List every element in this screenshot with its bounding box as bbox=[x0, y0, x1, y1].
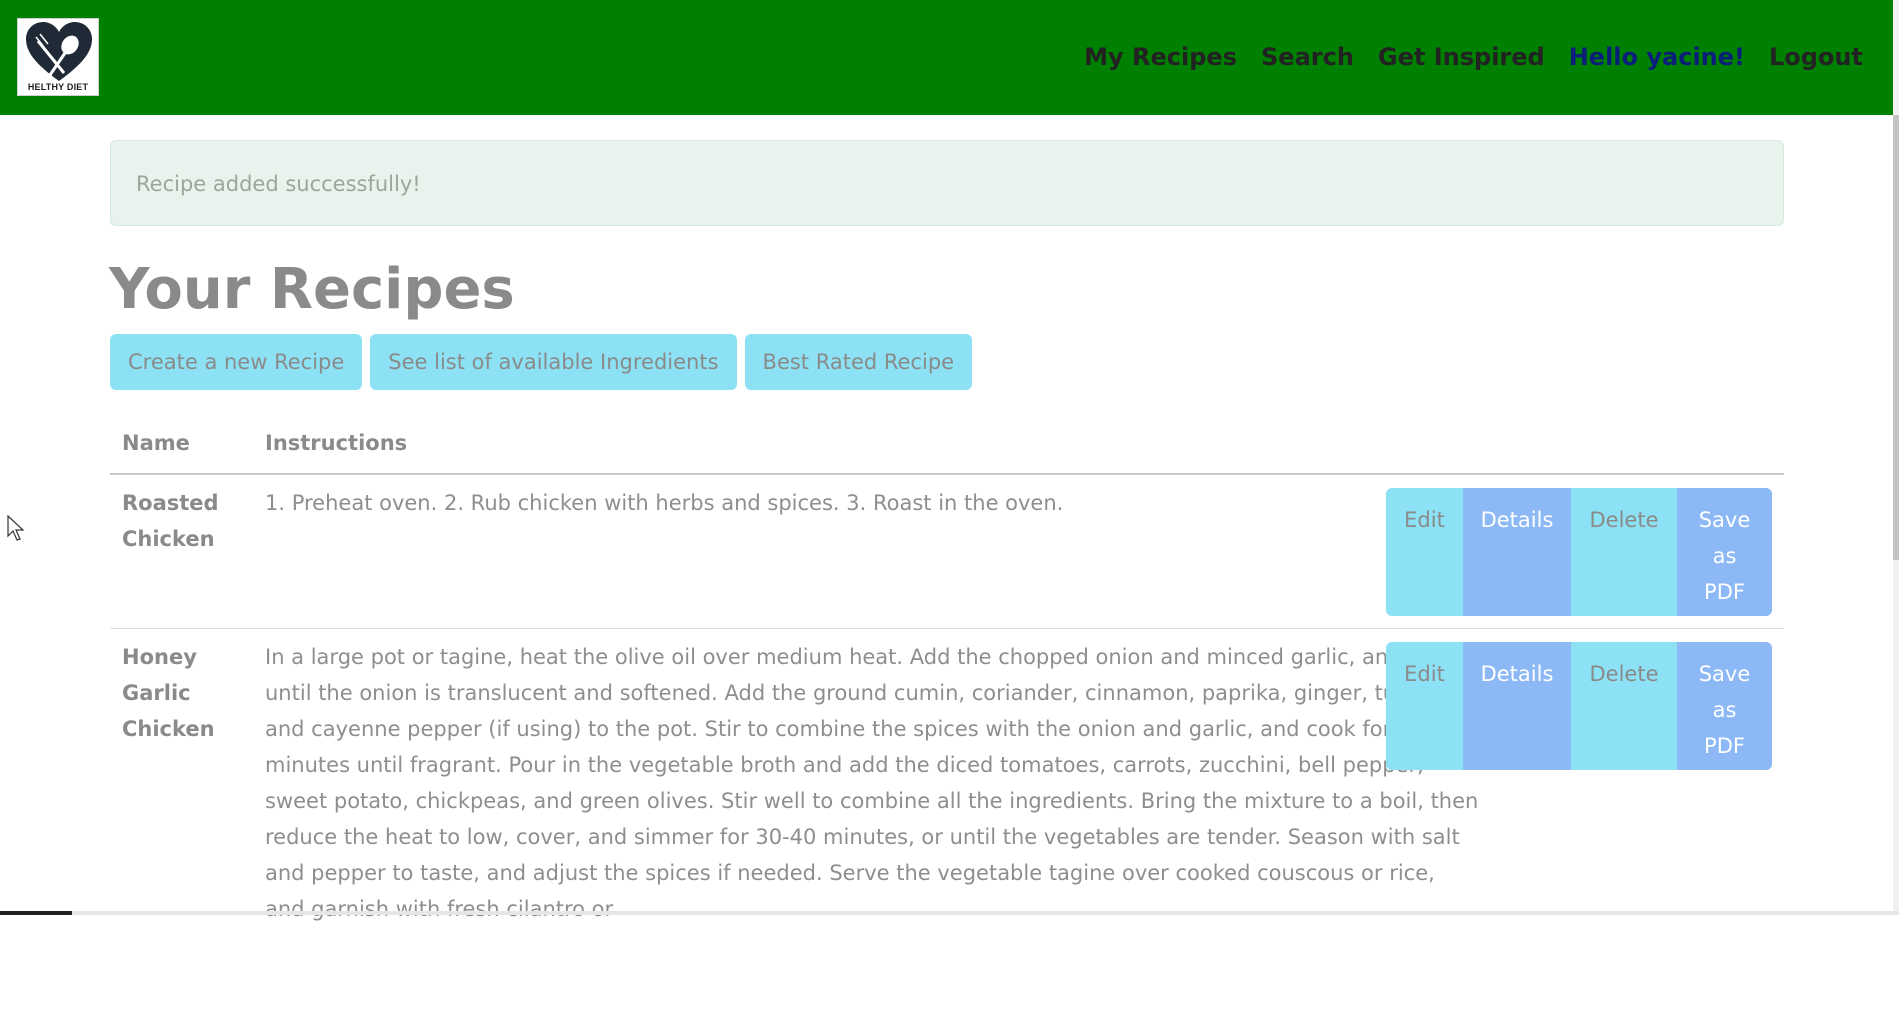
nav-logout[interactable]: Logout bbox=[1769, 43, 1863, 71]
pdf-label-2: as bbox=[1712, 698, 1737, 722]
save-pdf-button[interactable]: Save as PDF bbox=[1677, 488, 1772, 616]
nav-my-recipes[interactable]: My Recipes bbox=[1084, 43, 1237, 71]
scrollbar-thumb[interactable] bbox=[1893, 115, 1899, 560]
save-pdf-button[interactable]: Save as PDF bbox=[1677, 642, 1772, 770]
row-actions: Edit Details Delete Save as PDF bbox=[1386, 642, 1772, 770]
recipe-instructions: 1. Preheat oven. 2. Rub chicken with her… bbox=[265, 491, 1064, 515]
mouse-pointer-icon bbox=[7, 515, 25, 541]
details-button[interactable]: Details bbox=[1463, 642, 1571, 770]
nav-get-inspired[interactable]: Get Inspired bbox=[1378, 43, 1545, 71]
edit-button[interactable]: Edit bbox=[1386, 642, 1463, 770]
site-logo[interactable]: HELTHY DIET bbox=[17, 18, 99, 96]
logo-text: HELTHY DIET bbox=[27, 82, 89, 92]
recipes-table: Name Instructions Roasted Chicken 1. Pre… bbox=[110, 423, 1784, 1029]
row-actions: Edit Details Delete Save as PDF bbox=[1386, 488, 1772, 616]
delete-button[interactable]: Delete bbox=[1571, 642, 1677, 770]
horizontal-scrollbar[interactable] bbox=[0, 911, 1899, 915]
vertical-scrollbar[interactable] bbox=[1893, 0, 1899, 915]
nav-search[interactable]: Search bbox=[1261, 43, 1354, 71]
success-alert: Recipe added successfully! bbox=[110, 140, 1784, 226]
details-button[interactable]: Details bbox=[1463, 488, 1571, 616]
recipe-name: Roasted Chicken bbox=[122, 491, 219, 551]
user-greeting[interactable]: Hello yacine! bbox=[1569, 43, 1745, 71]
table-row: Roasted Chicken 1. Preheat oven. 2. Rub … bbox=[110, 475, 1784, 629]
pdf-label-2: as bbox=[1712, 544, 1737, 568]
create-recipe-button[interactable]: Create a new Recipe bbox=[110, 334, 363, 390]
heart-utensils-icon bbox=[26, 22, 92, 81]
table-row: Honey Garlic Chicken In a large pot or t… bbox=[110, 629, 1784, 1029]
top-navbar: HELTHY DIET My Recipes Search Get Inspir… bbox=[0, 0, 1893, 115]
pdf-label-3: PDF bbox=[1704, 580, 1745, 604]
pdf-label-3: PDF bbox=[1704, 734, 1745, 758]
recipe-instructions: In a large pot or tagine, heat the olive… bbox=[265, 645, 1479, 921]
pdf-label-1: Save bbox=[1698, 662, 1751, 686]
recipe-actions-bar: Create a new Recipe See list of availabl… bbox=[110, 334, 980, 390]
ingredients-list-button[interactable]: See list of available Ingredients bbox=[370, 334, 737, 390]
delete-button[interactable]: Delete bbox=[1571, 488, 1677, 616]
recipe-name: Honey Garlic Chicken bbox=[122, 645, 215, 741]
page-title: Your Recipes bbox=[109, 257, 515, 322]
nav-links: My Recipes Search Get Inspired Hello yac… bbox=[1060, 37, 1863, 77]
pdf-label-1: Save bbox=[1698, 508, 1751, 532]
column-header-instructions: Instructions bbox=[265, 431, 408, 455]
horizontal-scrollbar-thumb[interactable] bbox=[0, 911, 72, 915]
best-rated-button[interactable]: Best Rated Recipe bbox=[744, 334, 973, 390]
table-header: Name Instructions bbox=[110, 423, 1784, 475]
edit-button[interactable]: Edit bbox=[1386, 488, 1463, 616]
column-header-name: Name bbox=[122, 431, 190, 455]
